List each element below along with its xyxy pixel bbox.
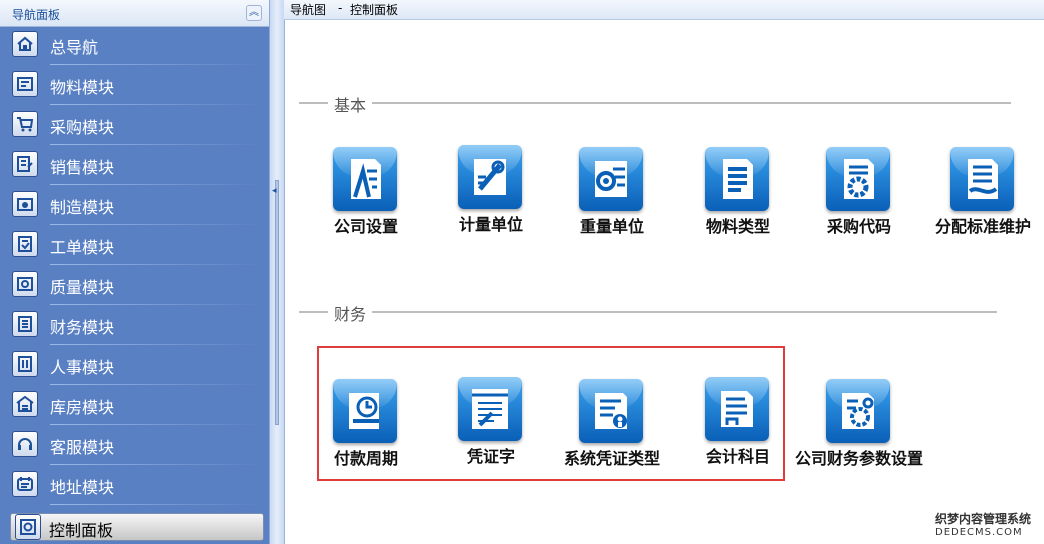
nav-item-label: 地址模块 (50, 478, 115, 497)
customer-service-icon (12, 431, 38, 457)
home-icon (12, 31, 38, 57)
tile-measure-unit[interactable]: 计量单位 (426, 145, 556, 245)
tile-allocation-standard[interactable]: 分配标准维护 (918, 147, 1044, 247)
tile-purchase-code[interactable]: 采购代码 (794, 147, 924, 247)
account-subject-icon (705, 377, 769, 441)
breadcrumb-current: 控制面板 (350, 3, 399, 17)
section-title-finance: 财务 (328, 301, 373, 325)
nav-item-label: 销售模块 (50, 158, 115, 177)
nav-item-label: 库房模块 (50, 398, 115, 417)
splitter-handle[interactable] (275, 180, 279, 425)
quality-icon (12, 271, 38, 297)
tile-label: 公司财务参数设置 (794, 449, 923, 468)
control-panel-area: 基本 公司设置 计量单位 重量单位 物料类型 采购代码 分配标准维护 财务 付款… (284, 20, 1044, 544)
hr-icon (12, 351, 38, 377)
sales-icon (12, 151, 38, 177)
voucher-word-icon (458, 377, 522, 441)
tile-voucher-word[interactable]: 凭证字 (426, 377, 556, 477)
voucher-type-icon (579, 379, 643, 443)
nav-item-label: 总导航 (50, 38, 99, 57)
section-divider (299, 311, 997, 313)
manufacture-icon (12, 191, 38, 217)
nav-item-customer-service[interactable]: 客服模块 (0, 427, 269, 467)
nav-item-purchase[interactable]: 采购模块 (0, 107, 269, 147)
control-panel-icon (15, 514, 41, 540)
weight-unit-icon (579, 147, 643, 211)
nav-item-hr[interactable]: 人事模块 (0, 347, 269, 387)
finance-icon (12, 311, 38, 337)
work-order-icon (12, 231, 38, 257)
nav-item-finance[interactable]: 财务模块 (0, 307, 269, 347)
measure-unit-icon (458, 145, 522, 209)
section-divider (299, 102, 1011, 104)
main-content: 导航图 - 控制面板 基本 公司设置 计量单位 重量单位 物料类型 采购代码 分… (284, 0, 1044, 544)
navigation-panel-header: 导航面板 ︽ (0, 0, 269, 27)
breadcrumb-separator: - (338, 1, 343, 15)
material-type-icon (705, 147, 769, 211)
payment-cycle-icon (333, 379, 397, 443)
tile-label: 重量单位 (579, 217, 644, 236)
nav-item-label: 采购模块 (50, 118, 115, 137)
tile-weight-unit[interactable]: 重量单位 (547, 147, 677, 247)
nav-item-label: 人事模块 (50, 358, 115, 377)
cart-icon (12, 111, 38, 137)
nav-item-label: 质量模块 (50, 278, 115, 297)
tile-finance-params[interactable]: 公司财务参数设置 (794, 379, 924, 479)
watermark-line-1: 织梦内容管理系统 (935, 512, 1032, 526)
finance-params-icon (826, 379, 890, 443)
nav-item-home[interactable]: 总导航 (0, 27, 269, 67)
tile-label: 物料类型 (705, 217, 770, 236)
navigation-panel-title: 导航面板 (12, 8, 61, 22)
watermark: 织梦内容管理系统 DEDECMS.COM (935, 510, 1041, 538)
nav-item-label: 工单模块 (50, 238, 115, 257)
panel-splitter[interactable]: ◂ (270, 0, 284, 544)
tile-label: 系统凭证类型 (563, 449, 660, 468)
allocation-standard-icon (950, 147, 1014, 211)
collapse-button[interactable]: ︽ (246, 5, 262, 21)
navigation-panel: 导航面板 ︽ 总导航 物料模块 采购模块 销售模块 制造模块 工单模块 质量模块… (0, 0, 270, 544)
tile-material-type[interactable]: 物料类型 (673, 147, 803, 247)
nav-item-sales[interactable]: 销售模块 (0, 147, 269, 187)
breadcrumb: 导航图 - 控制面板 (284, 0, 1044, 20)
navigation-list: 总导航 物料模块 采购模块 销售模块 制造模块 工单模块 质量模块 财务模块 人… (0, 27, 269, 541)
nav-item-work-order[interactable]: 工单模块 (0, 227, 269, 267)
tile-label: 计量单位 (458, 215, 523, 234)
nav-item-manufacture[interactable]: 制造模块 (0, 187, 269, 227)
address-icon (12, 471, 38, 497)
nav-item-control-panel[interactable]: 控制面板 (10, 513, 264, 541)
tile-label: 公司设置 (333, 217, 398, 236)
nav-item-label: 客服模块 (50, 438, 115, 457)
tile-voucher-type[interactable]: 系统凭证类型 (547, 379, 677, 479)
nav-item-quality[interactable]: 质量模块 (0, 267, 269, 307)
tile-label: 分配标准维护 (934, 217, 1031, 236)
nav-item-label: 控制面板 (49, 521, 114, 540)
collapse-left-icon[interactable]: ◂ (272, 186, 277, 196)
purchase-code-icon (826, 147, 890, 211)
tile-payment-cycle[interactable]: 付款周期 (301, 379, 431, 479)
section-title-basic: 基本 (328, 92, 373, 116)
nav-item-warehouse[interactable]: 库房模块 (0, 387, 269, 427)
watermark-line-2: DEDECMS.COM (935, 527, 1023, 538)
nav-item-material[interactable]: 物料模块 (0, 67, 269, 107)
tile-label: 付款周期 (333, 449, 398, 468)
tile-label: 会计科目 (705, 447, 770, 466)
tile-company-settings[interactable]: 公司设置 (301, 147, 431, 247)
tile-label: 采购代码 (826, 217, 891, 236)
tile-label: 凭证字 (466, 447, 515, 466)
double-chevron-up-icon: ︽ (249, 7, 259, 18)
nav-item-label: 财务模块 (50, 318, 115, 337)
nav-item-address[interactable]: 地址模块 (0, 467, 269, 507)
material-icon (12, 71, 38, 97)
tile-account-subject[interactable]: 会计科目 (673, 377, 803, 477)
nav-item-label: 制造模块 (50, 198, 115, 217)
company-settings-icon (333, 147, 397, 211)
breadcrumb-root[interactable]: 导航图 (290, 1, 326, 18)
warehouse-icon (12, 391, 38, 417)
nav-item-label: 物料模块 (50, 78, 115, 97)
